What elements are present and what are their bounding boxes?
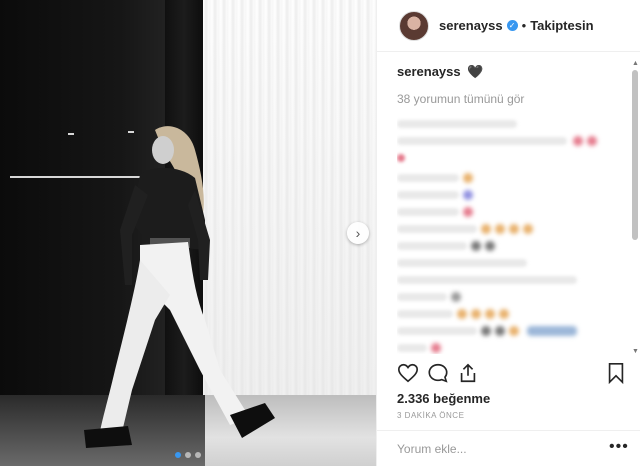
avatar[interactable]: [399, 10, 429, 41]
caption: serenayss 🖤: [397, 64, 627, 80]
comment-blurred: [397, 343, 441, 353]
comment-blurred: [397, 309, 509, 319]
emoji-icon: [463, 207, 473, 217]
carousel-dot: [185, 452, 191, 458]
emoji-icon: [481, 224, 491, 234]
emoji-heart-icon: [587, 136, 597, 146]
comment-blurred: [397, 241, 495, 251]
comment-blurred: [397, 326, 577, 336]
emoji-heart-icon: [397, 154, 405, 162]
emoji-icon: [485, 309, 495, 319]
bookmark-icon[interactable]: [605, 362, 627, 384]
comments-scrollbar[interactable]: ▲ ▼: [630, 60, 640, 360]
more-options-button[interactable]: •••: [609, 438, 629, 456]
emoji-icon: [509, 224, 519, 234]
speech-bubble-icon[interactable]: [427, 362, 449, 384]
emoji-icon: [523, 224, 533, 234]
scrollbar-thumb[interactable]: [632, 70, 638, 240]
add-comment-input[interactable]: Yorum ekle...: [397, 442, 467, 456]
emoji-icon: [495, 224, 505, 234]
emoji-icon: [451, 292, 461, 302]
following-button[interactable]: Takiptesin: [530, 18, 593, 33]
emoji-icon: [471, 309, 481, 319]
comment-blurred: [397, 292, 461, 302]
share-arrow-icon[interactable]: [457, 362, 479, 384]
emoji-icon: [499, 309, 509, 319]
emoji-icon: [481, 326, 491, 336]
post-sidebar: serenayss ✓ • Takiptesin serenayss 🖤 38 …: [376, 0, 640, 466]
post-timestamp[interactable]: 3 DAKİKA ÖNCE: [397, 411, 464, 420]
emoji-icon: [509, 326, 519, 336]
comment-blurred: [397, 136, 597, 146]
chevron-right-icon: ›: [355, 225, 361, 241]
post-header: serenayss ✓ • Takiptesin: [377, 0, 640, 52]
comments-list: serenayss 🖤 38 yorumun tümünü gör: [397, 64, 627, 354]
scroll-up-icon[interactable]: ▲: [632, 60, 639, 67]
scroll-down-icon[interactable]: ▼: [632, 348, 639, 355]
post-image[interactable]: ›: [0, 0, 376, 466]
carousel-dot: [195, 452, 201, 458]
likes-count[interactable]: 2.336 beğenme: [397, 391, 490, 406]
comment-blurred: [397, 190, 473, 200]
person-figure: [84, 126, 275, 448]
comment-blurred: [397, 276, 577, 284]
carousel-next-button[interactable]: ›: [347, 222, 369, 244]
username-link[interactable]: serenayss: [439, 18, 503, 33]
carousel-dot: [175, 452, 181, 458]
mention-blurred: [527, 326, 577, 336]
emoji-icon: [471, 241, 481, 251]
comment-blurred: [397, 259, 527, 267]
comment-blurred: [397, 224, 533, 234]
divider: [377, 430, 640, 431]
emoji-icon: [431, 343, 441, 353]
emoji-icon: [457, 309, 467, 319]
separator-dot: •: [521, 18, 527, 33]
emoji-heart-icon: [573, 136, 583, 146]
carousel-indicator: [175, 452, 201, 458]
comment-blurred: [397, 173, 473, 183]
comment-blurred: [397, 207, 473, 217]
heart-outline-icon[interactable]: [397, 362, 419, 384]
verified-badge-icon: ✓: [506, 20, 518, 31]
view-all-comments-link[interactable]: 38 yorumun tümünü gör: [397, 92, 627, 106]
comment-blurred: [397, 120, 517, 128]
emoji-icon: [463, 173, 473, 183]
post-actions: [397, 362, 627, 388]
emoji-icon: [495, 326, 505, 336]
caption-text: 🖤: [467, 64, 484, 79]
emoji-icon: [463, 190, 473, 200]
caption-username[interactable]: serenayss: [397, 64, 461, 79]
emoji-icon: [485, 241, 495, 251]
